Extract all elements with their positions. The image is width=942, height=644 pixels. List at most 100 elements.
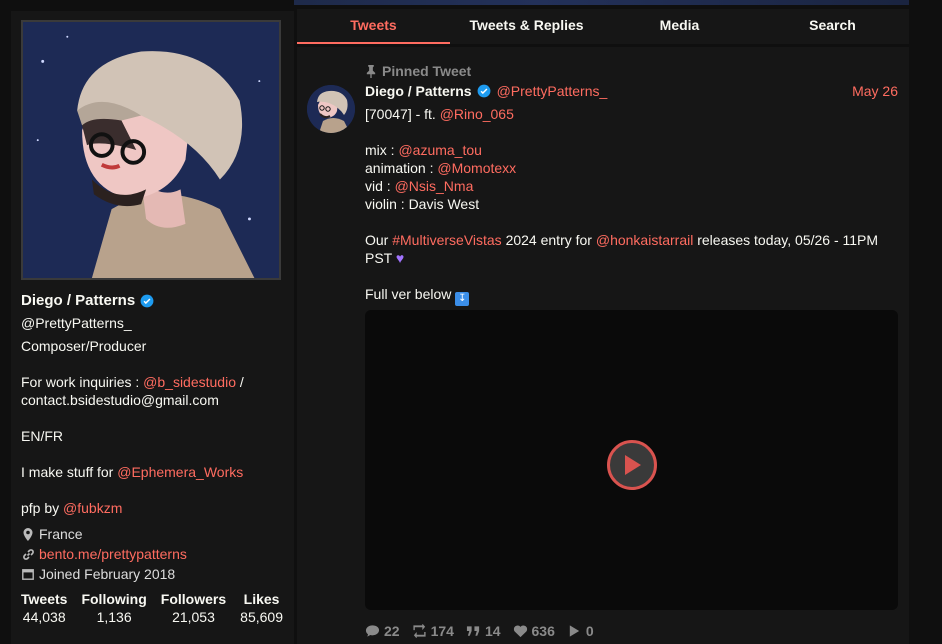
play-count-icon (569, 625, 580, 637)
banner-image (294, 0, 909, 5)
quote-button[interactable]: 14 (466, 623, 501, 639)
bio-email: contact.bsidestudio@gmail.com (21, 392, 219, 408)
full-ver-text: Full ver below (365, 286, 456, 302)
profile-website: bento.me/prettypatterns (21, 544, 187, 564)
purple-heart-icon: ♥ (395, 250, 405, 266)
announce-mid: 2024 entry for (501, 232, 596, 248)
profile-avatar[interactable] (21, 20, 281, 280)
bio-pfp-link[interactable]: @fubkzm (63, 500, 122, 516)
tweet-actions: 22 174 14 636 0 (365, 623, 594, 639)
quote-icon (466, 626, 480, 636)
avatar-illustration (23, 22, 279, 278)
tweet-avatar[interactable] (307, 85, 355, 133)
mention-link[interactable]: @Rino_065 (440, 106, 514, 122)
like-button[interactable]: 636 (513, 623, 555, 639)
stat-tweets[interactable]: Tweets 44,038 (21, 591, 67, 625)
video-player[interactable] (365, 310, 898, 610)
bio-work: For work inquiries : @b_sidestudio / cont… (21, 373, 286, 409)
tab-tweets[interactable]: Tweets (297, 9, 450, 44)
mention-link[interactable]: @azuma_tou (398, 142, 481, 158)
tweet-author-handle[interactable]: @PrettyPatterns_ (497, 83, 608, 99)
tab-search[interactable]: Search (756, 9, 909, 44)
verified-badge-icon (140, 294, 154, 307)
reply-count: 22 (384, 623, 400, 639)
bio-make-prefix: I make stuff for (21, 464, 118, 480)
tweet-body: [70047] - ft. @Rino_065 mix : @azuma_tou… (365, 105, 900, 306)
mention-link[interactable]: @Nsis_Nma (395, 178, 474, 194)
tweet-credits: mix : @azuma_tou animation : @Momotexx v… (365, 141, 900, 213)
down-arrow-icon: ↧ (455, 292, 470, 306)
title-prefix: [70047] - ft. (365, 106, 440, 122)
stat-label: Following (81, 591, 147, 607)
calendar-icon (21, 567, 35, 581)
play-icon (625, 455, 641, 475)
bio-pfp: pfp by @fubkzm (21, 499, 286, 517)
profile-handle: @PrettyPatterns_ (21, 315, 132, 331)
bio-make-link[interactable]: @Ephemera_Works (117, 464, 243, 480)
credit-violin: violin : Davis West (365, 196, 480, 212)
profile-meta: France bento.me/prettypatterns Joined Fe… (21, 524, 187, 584)
profile-bio: Composer/Producer For work inquiries : @… (21, 337, 286, 517)
tweet-author-name[interactable]: Diego / Patterns (365, 83, 472, 99)
profile-stats: Tweets 44,038 Following 1,136 Followers 21,… (21, 591, 283, 625)
tweet-full-ver: Full ver below ↧ (365, 285, 900, 306)
timeline: Pinned Tweet Diego / Patterns @PrettyPat… (297, 47, 909, 644)
verified-badge-icon (477, 84, 491, 98)
tweet-date[interactable]: May 26 (852, 83, 898, 99)
stat-value: 21,053 (172, 609, 215, 625)
play-button[interactable] (607, 440, 657, 490)
stat-value: 85,609 (240, 609, 283, 625)
retweet-icon (412, 624, 426, 638)
profile-card: Diego / Patterns @PrettyPatterns_ Compos… (11, 11, 294, 644)
profile-name: Diego / Patterns (21, 292, 154, 309)
announce-prefix: Our (365, 232, 393, 248)
like-count: 636 (531, 623, 555, 639)
credit-role: mix : (365, 142, 399, 158)
link-icon (21, 547, 35, 561)
pinned-text: Pinned Tweet (382, 63, 472, 79)
tweet-avatar-illustration (307, 85, 355, 133)
reply-button[interactable]: 22 (365, 623, 400, 639)
stat-following[interactable]: Following 1,136 (81, 591, 146, 625)
bio-pfp-prefix: pfp by (21, 500, 64, 516)
tweet-header: Diego / Patterns @PrettyPatterns_ May 26 (365, 83, 898, 99)
mention-link[interactable]: @Momotexx (437, 160, 516, 176)
timeline-tabs: Tweets Tweets & Replies Media Search (297, 9, 909, 44)
tweet-announcement: Our #MultiverseVistas 2024 entry for @ho… (365, 231, 900, 267)
stat-label: Likes (243, 591, 280, 607)
stat-value: 1,136 (96, 609, 132, 625)
pin-icon (366, 64, 376, 78)
retweet-button[interactable]: 174 (412, 623, 454, 639)
pinned-label: Pinned Tweet (365, 63, 471, 79)
stat-likes[interactable]: Likes 85,609 (240, 591, 283, 625)
website-link[interactable]: bento.me/prettypatterns (39, 544, 187, 564)
tab-media[interactable]: Media (603, 9, 756, 44)
banner-strip (0, 0, 942, 6)
profile-joined: Joined February 2018 (21, 564, 187, 584)
stat-label: Tweets (21, 591, 68, 607)
bio-role: Composer/Producer (21, 338, 147, 354)
tweet-line-title: [70047] - ft. @Rino_065 (365, 105, 900, 123)
location-text: France (39, 526, 83, 542)
credit-role: vid : (365, 178, 395, 194)
location-pin-icon (21, 527, 35, 541)
tab-tweets-replies[interactable]: Tweets & Replies (450, 9, 603, 44)
hashtag-link[interactable]: #MultiverseVistas (392, 232, 501, 248)
stat-label: Followers (160, 591, 227, 607)
credit-role: animation : (365, 160, 438, 176)
bio-work-prefix: For work inquiries : (21, 374, 144, 390)
retweet-count: 174 (430, 623, 454, 639)
profile-location: France (21, 524, 187, 544)
bio-make: I make stuff for @Ephemera_Works (21, 463, 286, 481)
mention-link[interactable]: @honkaistarrail (596, 232, 693, 248)
stat-followers[interactable]: Followers 21,053 (161, 591, 226, 625)
profile-name-text: Diego / Patterns (21, 292, 136, 309)
comment-icon (365, 625, 380, 637)
quote-count: 14 (484, 623, 501, 639)
stat-value: 44,038 (22, 609, 66, 625)
play-count: 0 (585, 623, 594, 639)
bio-work-link[interactable]: @b_sidestudio (143, 374, 236, 390)
joined-text: Joined February 2018 (39, 566, 176, 582)
bio-langs: EN/FR (21, 428, 63, 444)
play-count-button[interactable]: 0 (567, 623, 594, 639)
